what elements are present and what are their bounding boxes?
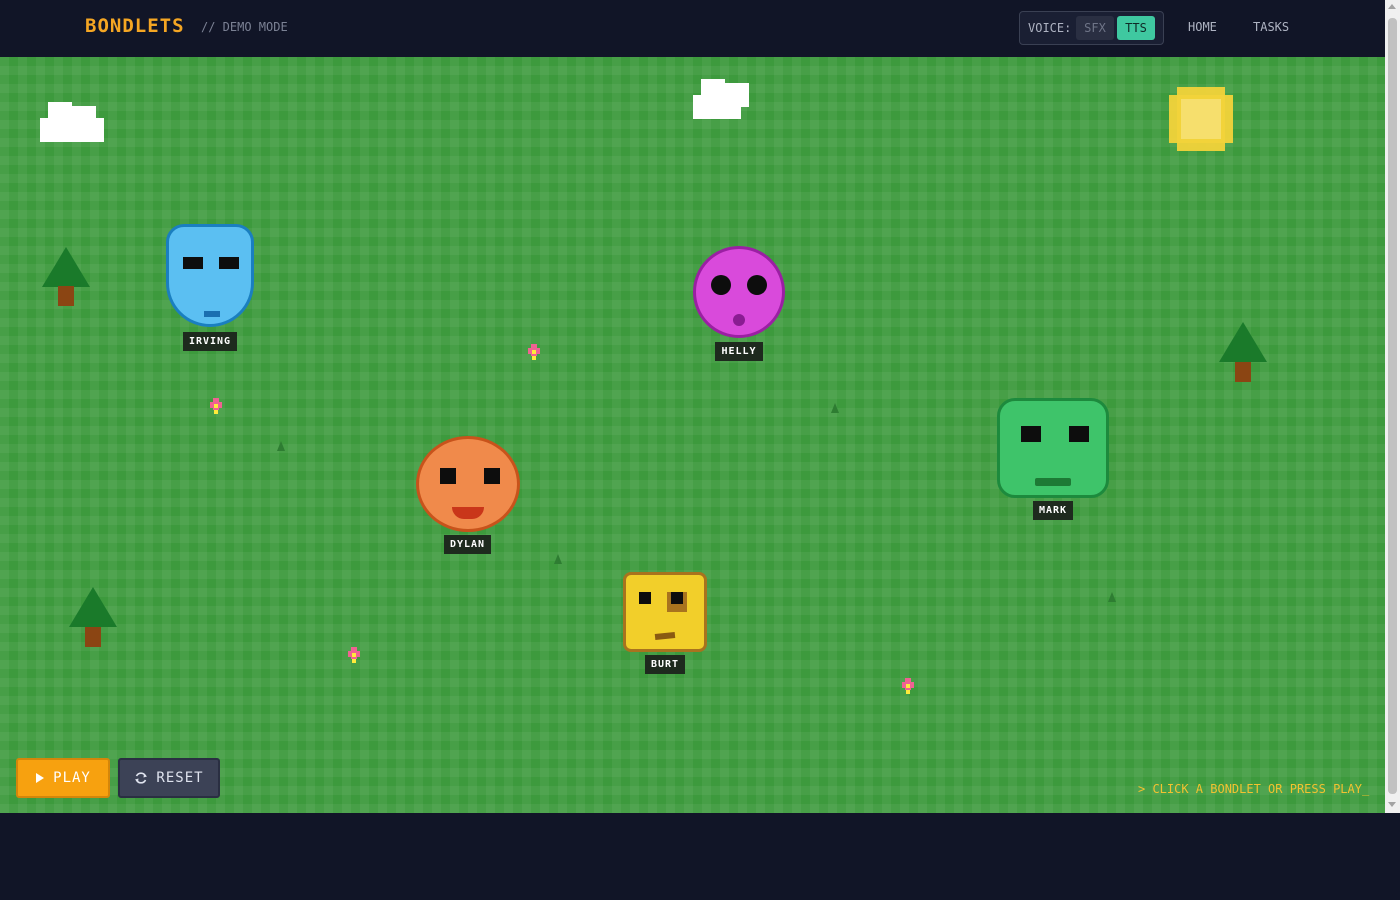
top-bar: BONDLETS // DEMO MODE VOICE: SFX TTS HOM… <box>0 0 1385 57</box>
play-field[interactable]: IRVING HELLY DYLAN MARK BURT PLAY RESET … <box>0 57 1385 813</box>
flower-icon <box>526 344 542 360</box>
dylan-face <box>416 436 520 532</box>
nav-tasks-link[interactable]: TASKS <box>1253 20 1289 34</box>
voice-tts-button[interactable]: TTS <box>1117 16 1155 40</box>
play-icon <box>36 773 45 783</box>
bondlet-mark[interactable]: MARK <box>997 398 1109 522</box>
bondlet-name-tag: BURT <box>645 655 685 674</box>
voice-sfx-button[interactable]: SFX <box>1076 16 1114 40</box>
burt-face <box>623 572 707 652</box>
bondlet-helly[interactable]: HELLY <box>693 246 785 362</box>
reset-button[interactable]: RESET <box>118 758 220 798</box>
page-scrollbar[interactable] <box>1385 0 1400 813</box>
voice-label: VOICE: <box>1028 21 1072 35</box>
grass-tuft-icon <box>277 441 285 451</box>
hint-text: > CLICK A BONDLET OR PRESS PLAY_ <box>1138 782 1370 796</box>
helly-face <box>693 246 785 338</box>
bondlet-irving[interactable]: IRVING <box>166 224 256 354</box>
flower-icon <box>208 398 224 414</box>
play-label: PLAY <box>53 770 91 786</box>
reset-label: RESET <box>156 770 204 786</box>
flower-icon <box>900 678 916 694</box>
bondlet-burt[interactable]: BURT <box>623 572 707 676</box>
grass-tuft-icon <box>554 554 562 564</box>
voice-toggle-group: VOICE: SFX TTS <box>1019 11 1164 45</box>
bondlet-name-tag: MARK <box>1033 501 1073 520</box>
bondlet-name-tag: DYLAN <box>444 535 491 554</box>
bondlet-name-tag: IRVING <box>183 332 237 351</box>
refresh-icon <box>135 772 148 784</box>
scroll-down-icon[interactable] <box>1388 802 1396 807</box>
flower-icon <box>346 647 362 663</box>
bondlet-name-tag: HELLY <box>715 342 763 361</box>
bottom-band <box>0 813 1400 900</box>
mode-label: // DEMO MODE <box>201 20 288 34</box>
bondlet-dylan[interactable]: DYLAN <box>416 436 520 556</box>
grass-tuft-icon <box>831 403 839 413</box>
play-button[interactable]: PLAY <box>16 758 110 798</box>
brand-logo: BONDLETS <box>85 15 185 37</box>
scroll-up-icon[interactable] <box>1388 4 1396 9</box>
nav-home-link[interactable]: HOME <box>1188 20 1217 34</box>
grass-tuft-icon <box>1108 592 1116 602</box>
scroll-thumb[interactable] <box>1388 18 1397 794</box>
mark-face <box>997 398 1109 498</box>
irving-face <box>166 224 254 327</box>
